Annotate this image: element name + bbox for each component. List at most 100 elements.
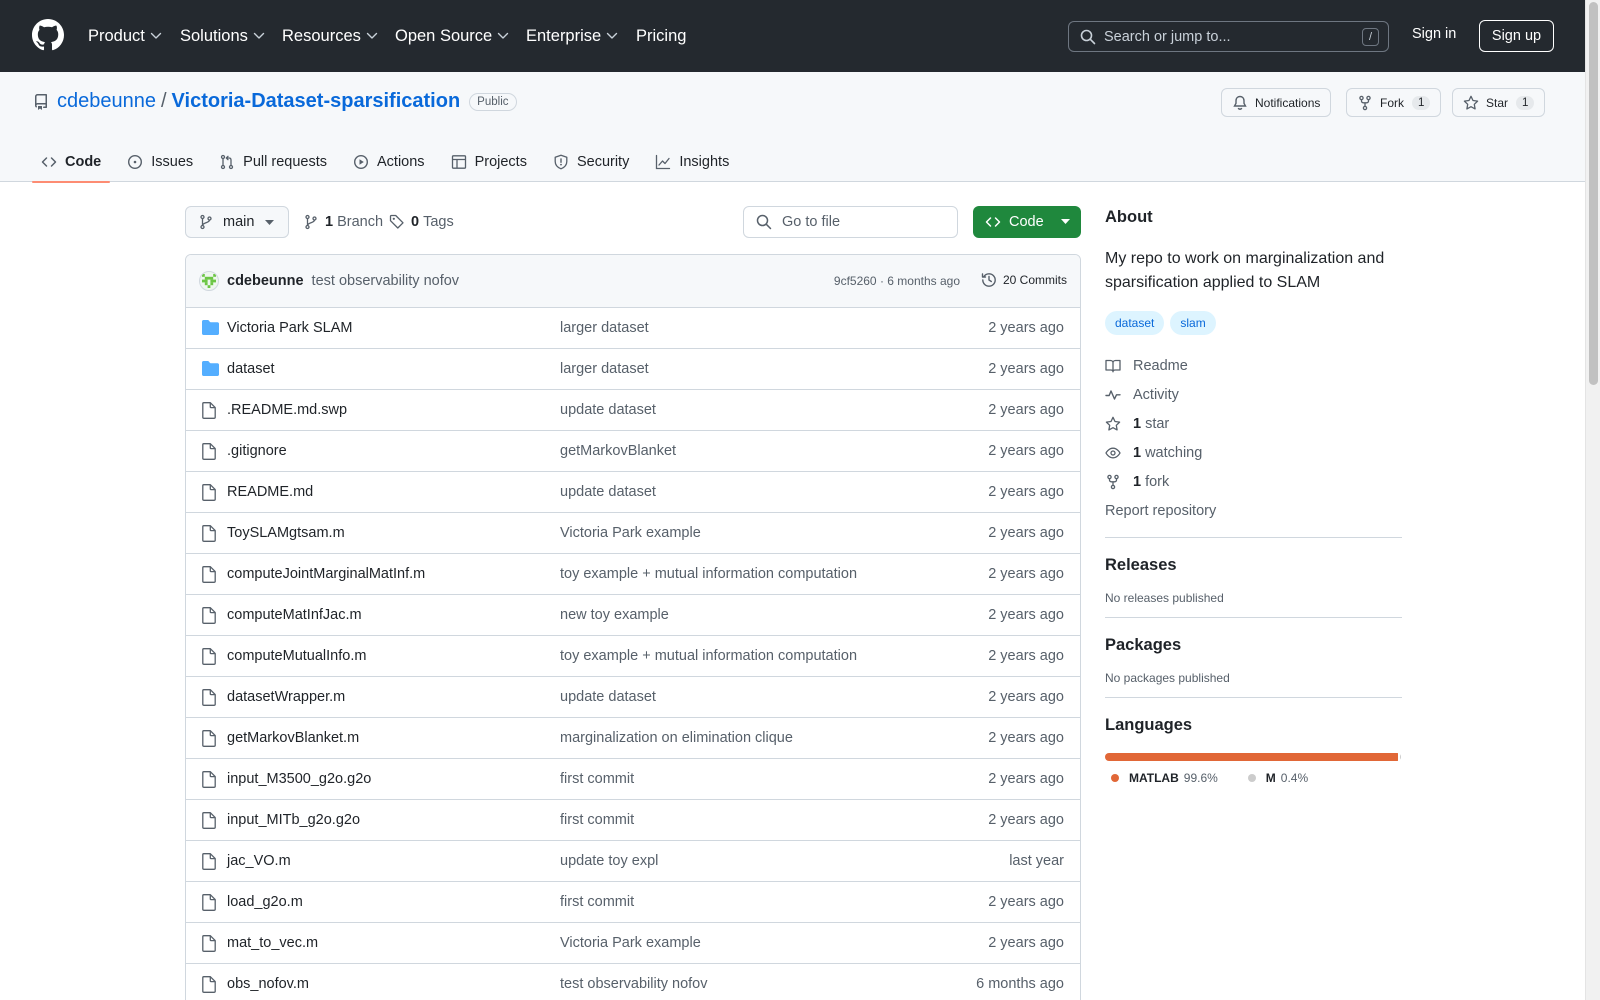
github-logo-icon[interactable]	[32, 19, 64, 51]
sign-in-link[interactable]: Sign in	[1412, 26, 1456, 42]
code-dropdown-button[interactable]: Code	[973, 206, 1081, 238]
table-row[interactable]: dataset larger dataset 2 years ago	[186, 349, 1080, 390]
table-row[interactable]: input_MITb_g2o.g2o first commit 2 years ag…	[186, 800, 1080, 841]
table-row[interactable]: README.md update dataset 2 years ago	[186, 472, 1080, 513]
table-row[interactable]: mat_to_vec.m Victoria Park example 2 years…	[186, 923, 1080, 964]
file-name-link[interactable]: getMarkovBlanket.m	[227, 730, 359, 746]
scrollbar-thumb[interactable]	[1589, 2, 1598, 385]
file-name-link[interactable]: mat_to_vec.m	[227, 935, 318, 951]
file-commit-message-link[interactable]: new toy example	[560, 607, 669, 623]
file-commit-message-link[interactable]: update dataset	[560, 402, 656, 418]
file-commit-message-link[interactable]: first commit	[560, 894, 634, 910]
file-commit-message-link[interactable]: update dataset	[560, 484, 656, 500]
file-name-link[interactable]: obs_nofov.m	[227, 976, 309, 992]
table-row[interactable]: datasetWrapper.m update dataset 2 years ag…	[186, 677, 1080, 718]
table-row[interactable]: input_M3500_g2o.g2o first commit 2 years a…	[186, 759, 1080, 800]
about-link-watching[interactable]: 1 watching	[1105, 438, 1402, 467]
table-row[interactable]: obs_nofov.m test observability nofov 6 mon…	[186, 964, 1080, 1000]
report-repository-link[interactable]: Report repository	[1105, 496, 1402, 525]
packages-heading[interactable]: Packages	[1105, 636, 1402, 655]
file-commit-age: 2 years ago	[988, 894, 1064, 910]
table-row[interactable]: .README.md.swp update dataset 2 years ago	[186, 390, 1080, 431]
file-commit-message-link[interactable]: first commit	[560, 771, 634, 787]
file-name-link[interactable]: ToySLAMgtsam.m	[227, 525, 345, 541]
notifications-button[interactable]: Notifications	[1221, 88, 1332, 117]
tab-code[interactable]: Code	[32, 142, 111, 183]
repo-owner-link[interactable]: cdebeunne	[57, 90, 156, 113]
nav-pricing[interactable]: Pricing	[636, 24, 686, 48]
tab-actions[interactable]: Actions	[344, 142, 434, 182]
file-commit-message-link[interactable]: larger dataset	[560, 320, 649, 336]
table-row[interactable]: computeJointMarginalMatInf.m toy example …	[186, 554, 1080, 595]
language-item[interactable]: M 0.4%	[1247, 771, 1308, 785]
tab-issues[interactable]: Issues	[118, 142, 202, 182]
nav-resources[interactable]: Resources	[282, 24, 378, 48]
about-link-fork[interactable]: 1 fork	[1105, 467, 1402, 496]
table-row[interactable]: load_g2o.m first commit 2 years ago	[186, 882, 1080, 923]
avatar[interactable]	[199, 271, 219, 291]
star-label: Star	[1486, 95, 1509, 110]
file-name-link[interactable]: README.md	[227, 484, 313, 500]
file-commit-message-link[interactable]: first commit	[560, 812, 634, 828]
file-commit-message-link[interactable]: toy example + mutual information computa…	[560, 648, 857, 664]
table-row[interactable]: jac_VO.m update toy expl last year	[186, 841, 1080, 882]
commit-author-link[interactable]: cdebeunne	[227, 273, 304, 289]
tab-security[interactable]: Security	[544, 142, 638, 182]
fork-button[interactable]: Fork 1	[1346, 88, 1442, 117]
about-link-star[interactable]: 1 star	[1105, 409, 1402, 438]
branch-selector-button[interactable]: main	[185, 206, 289, 238]
file-name-link[interactable]: datasetWrapper.m	[227, 689, 345, 705]
file-commit-message-link[interactable]: Victoria Park example	[560, 935, 701, 951]
page-scrollbar[interactable]	[1585, 0, 1600, 1000]
sign-up-button[interactable]: Sign up	[1479, 20, 1554, 52]
table-row[interactable]: Victoria Park SLAM larger dataset 2 years …	[186, 308, 1080, 349]
languages-heading: Languages	[1105, 716, 1193, 734]
file-name-link[interactable]: .gitignore	[227, 443, 287, 459]
about-link-Readme[interactable]: Readme	[1105, 351, 1402, 380]
topic-tag[interactable]: slam	[1170, 311, 1216, 335]
go-to-file-input[interactable]: Go to file	[743, 206, 958, 238]
file-commit-message-link[interactable]: test observability nofov	[560, 976, 708, 992]
file-commit-message-link[interactable]: Victoria Park example	[560, 525, 701, 541]
nav-solutions[interactable]: Solutions	[180, 24, 265, 48]
nav-open-source[interactable]: Open Source	[395, 24, 509, 48]
file-name-link[interactable]: dataset	[227, 361, 275, 377]
file-name-link[interactable]: computeJointMarginalMatInf.m	[227, 566, 425, 582]
file-name-link[interactable]: jac_VO.m	[227, 853, 291, 869]
file-name-link[interactable]: computeMatInfJac.m	[227, 607, 362, 623]
file-name-link[interactable]: computeMutualInfo.m	[227, 648, 366, 664]
language-item[interactable]: MATLAB 99.6%	[1111, 771, 1218, 785]
tags-link[interactable]: 0 Tags	[389, 214, 454, 230]
file-commit-message-link[interactable]: marginalization on elimination clique	[560, 730, 793, 746]
nav-enterprise[interactable]: Enterprise	[526, 24, 618, 48]
table-row[interactable]: .gitignore getMarkovBlanket 2 years ago	[186, 431, 1080, 472]
table-row[interactable]: getMarkovBlanket.m marginalization on eli…	[186, 718, 1080, 759]
table-row[interactable]: computeMatInfJac.m new toy example 2 years…	[186, 595, 1080, 636]
tab-insights[interactable]: Insights	[646, 142, 738, 182]
file-name-link[interactable]: input_MITb_g2o.g2o	[227, 812, 360, 828]
file-name-link[interactable]: .README.md.swp	[227, 402, 347, 418]
file-commit-message-link[interactable]: update dataset	[560, 689, 656, 705]
table-row[interactable]: computeMutualInfo.m toy example + mutual …	[186, 636, 1080, 677]
star-button[interactable]: Star 1	[1452, 88, 1546, 117]
file-commit-message-link[interactable]: toy example + mutual information computa…	[560, 566, 857, 582]
commit-hash-and-time[interactable]: 9cf5260 · 6 months ago	[834, 274, 960, 288]
file-name-link[interactable]: load_g2o.m	[227, 894, 303, 910]
file-name-link[interactable]: Victoria Park SLAM	[227, 320, 352, 336]
table-row[interactable]: ToySLAMgtsam.m Victoria Park example 2 yea…	[186, 513, 1080, 554]
nav-product[interactable]: Product	[88, 24, 162, 48]
branches-link[interactable]: 1 Branch	[303, 214, 383, 230]
releases-heading[interactable]: Releases	[1105, 556, 1402, 575]
file-commit-message-link[interactable]: getMarkovBlanket	[560, 443, 676, 459]
about-link-Activity[interactable]: Activity	[1105, 380, 1402, 409]
commit-message-link[interactable]: test observability nofov	[312, 273, 460, 289]
file-name-link[interactable]: input_M3500_g2o.g2o	[227, 771, 371, 787]
tab-pull-requests[interactable]: Pull requests	[210, 142, 336, 182]
tab-projects[interactable]: Projects	[442, 142, 536, 182]
file-commit-message-link[interactable]: larger dataset	[560, 361, 649, 377]
file-commit-message-link[interactable]: update toy expl	[560, 853, 658, 869]
commits-history-link[interactable]: 20 Commits	[981, 272, 1067, 288]
topic-tag[interactable]: dataset	[1105, 311, 1165, 335]
search-input[interactable]: Search or jump to... /	[1068, 21, 1389, 52]
repo-name-link[interactable]: Victoria-Dataset-sparsification	[172, 90, 461, 113]
